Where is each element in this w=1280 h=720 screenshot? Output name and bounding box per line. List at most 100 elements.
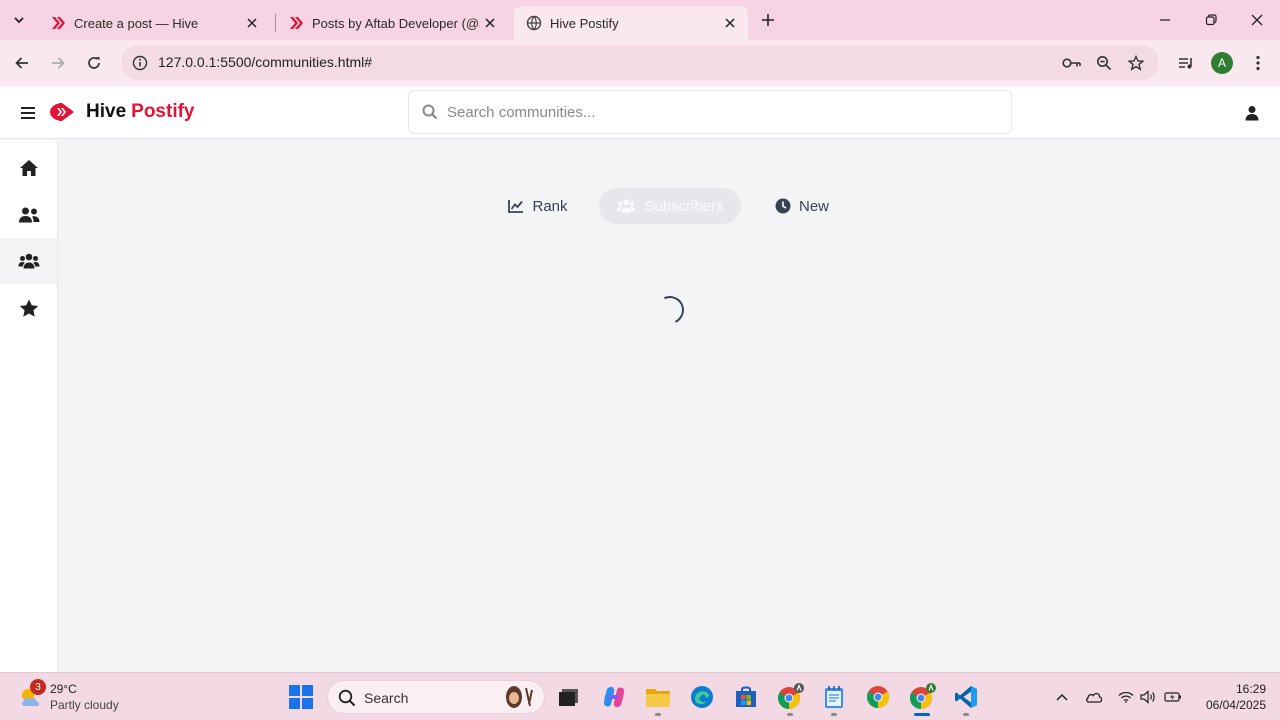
back-button[interactable] bbox=[8, 49, 36, 77]
sidebar-item-following[interactable] bbox=[0, 192, 57, 238]
arrow-right-icon bbox=[52, 57, 65, 69]
clock-time: 16:29 bbox=[1235, 682, 1266, 696]
minimize-icon bbox=[1160, 19, 1170, 21]
running-indicator bbox=[831, 713, 837, 716]
sidebar-item-home[interactable] bbox=[0, 145, 57, 191]
brand-name-part2: Postify bbox=[131, 101, 195, 122]
tab-title: Hive Postify bbox=[550, 15, 619, 31]
sidebar-nav bbox=[0, 140, 58, 672]
user-friends-icon bbox=[18, 207, 39, 223]
minimize-button[interactable] bbox=[1142, 0, 1188, 40]
more-menu-icon[interactable] bbox=[1247, 52, 1269, 74]
wifi-icon[interactable] bbox=[1116, 687, 1136, 707]
close-tab-icon[interactable] bbox=[720, 13, 740, 33]
brand-name-part1: Hive bbox=[86, 101, 127, 122]
star-icon bbox=[19, 299, 38, 317]
filter-rank-label: Rank bbox=[532, 197, 568, 215]
home-icon bbox=[19, 160, 38, 176]
filter-new-button[interactable]: New bbox=[766, 188, 838, 224]
plus-icon bbox=[762, 14, 774, 26]
weather-temperature: 29°C bbox=[50, 682, 77, 696]
community-search bbox=[408, 90, 1012, 134]
browser-tab-create-post[interactable]: Create a post — Hive bbox=[38, 6, 270, 40]
windows-taskbar: 3 29°C Partly cloudy Search 16:29 06/04/… bbox=[0, 672, 1280, 720]
search-input[interactable] bbox=[447, 91, 997, 133]
chrome-icon[interactable] bbox=[863, 682, 893, 712]
new-tab-button[interactable] bbox=[756, 8, 780, 32]
browser-tab-posts[interactable]: Posts by Aftab Developer (@aft bbox=[276, 6, 508, 40]
edge-icon[interactable] bbox=[687, 682, 717, 712]
url-text: 127.0.0.1:5500/communities.html# bbox=[158, 54, 373, 70]
close-tab-icon[interactable] bbox=[480, 13, 500, 33]
users-icon bbox=[18, 253, 39, 269]
address-bar[interactable]: 127.0.0.1:5500/communities.html# bbox=[121, 45, 1159, 80]
hive-favicon-icon bbox=[288, 15, 304, 31]
search-highlight-illustration-icon bbox=[506, 686, 533, 708]
microsoft-store-icon[interactable] bbox=[731, 682, 761, 712]
arrow-left-icon bbox=[15, 57, 28, 69]
vscode-icon[interactable] bbox=[951, 682, 981, 712]
filter-subscribers-label: Subscribers bbox=[644, 197, 724, 215]
tab-title: Posts by Aftab Developer (@aft bbox=[312, 15, 480, 31]
weather-condition: Partly cloudy bbox=[50, 698, 119, 712]
close-window-button[interactable] bbox=[1234, 0, 1280, 40]
notification-badge: 3 bbox=[30, 679, 46, 695]
search-icon bbox=[338, 689, 356, 707]
profile-avatar[interactable]: A bbox=[1211, 52, 1233, 74]
clock-date: 06/04/2025 bbox=[1205, 698, 1266, 712]
reload-button[interactable] bbox=[80, 49, 108, 77]
running-indicator bbox=[787, 713, 793, 716]
search-icon bbox=[422, 104, 438, 120]
close-icon bbox=[1251, 14, 1263, 26]
site-info-icon[interactable] bbox=[129, 52, 151, 74]
menu-toggle-icon[interactable] bbox=[18, 103, 38, 123]
notepad-icon[interactable] bbox=[819, 682, 849, 712]
close-tab-icon[interactable] bbox=[242, 13, 262, 33]
windows-start-button[interactable] bbox=[289, 685, 313, 709]
bookmark-star-icon[interactable] bbox=[1125, 52, 1147, 74]
forward-button[interactable] bbox=[44, 49, 72, 77]
sidebar-item-communities[interactable] bbox=[0, 238, 57, 284]
globe-icon bbox=[526, 15, 542, 31]
taskbar-search-label: Search bbox=[364, 690, 409, 706]
battery-charging-icon[interactable] bbox=[1163, 687, 1183, 707]
filter-subscribers-button[interactable]: Subscribers bbox=[599, 188, 741, 224]
browser-tab-strip: Create a post — Hive Posts by Aftab Deve… bbox=[0, 0, 1280, 40]
media-controls-icon[interactable] bbox=[1175, 52, 1197, 74]
tab-title: Create a post — Hive bbox=[74, 15, 199, 31]
filter-new-label: New bbox=[798, 197, 829, 215]
chevron-up-icon[interactable] bbox=[1052, 687, 1072, 707]
volume-icon[interactable] bbox=[1138, 687, 1158, 707]
loading-spinner bbox=[652, 292, 688, 328]
filter-rank-button[interactable]: Rank bbox=[500, 188, 576, 224]
restore-button[interactable] bbox=[1188, 0, 1234, 40]
browser-tab-hive-postify[interactable]: Hive Postify bbox=[514, 6, 748, 40]
hive-favicon-icon bbox=[50, 15, 66, 31]
password-key-icon[interactable] bbox=[1061, 52, 1083, 74]
reload-icon bbox=[88, 57, 100, 69]
windows-logo-icon bbox=[289, 685, 313, 709]
task-view-icon[interactable] bbox=[554, 682, 584, 712]
clock-icon bbox=[775, 198, 791, 214]
app-logo[interactable]: Hive Postify bbox=[48, 101, 195, 123]
running-indicator bbox=[963, 713, 969, 716]
hive-logo-icon bbox=[50, 103, 74, 121]
chrome-profile-green-icon[interactable] bbox=[907, 682, 937, 712]
active-app-indicator bbox=[914, 713, 930, 716]
copilot-icon[interactable] bbox=[599, 682, 629, 712]
zoom-icon[interactable] bbox=[1093, 52, 1115, 74]
onedrive-cloud-icon[interactable] bbox=[1084, 687, 1104, 707]
system-clock[interactable]: 16:29 06/04/2025 bbox=[1196, 681, 1266, 713]
file-explorer-icon[interactable] bbox=[643, 682, 673, 712]
sidebar-item-favorites[interactable] bbox=[0, 285, 57, 331]
chrome-profile-a-icon[interactable] bbox=[775, 682, 805, 712]
chart-line-icon bbox=[508, 198, 524, 214]
tab-search-button[interactable] bbox=[6, 8, 32, 32]
weather-widget[interactable]: 3 29°C Partly cloudy bbox=[16, 679, 136, 715]
app-header: Hive Postify bbox=[0, 87, 1280, 139]
running-indicator bbox=[655, 713, 661, 716]
users-icon bbox=[616, 198, 636, 214]
taskbar-search[interactable]: Search bbox=[327, 680, 545, 714]
user-account-icon[interactable] bbox=[1242, 103, 1262, 123]
restore-icon bbox=[1205, 14, 1217, 26]
